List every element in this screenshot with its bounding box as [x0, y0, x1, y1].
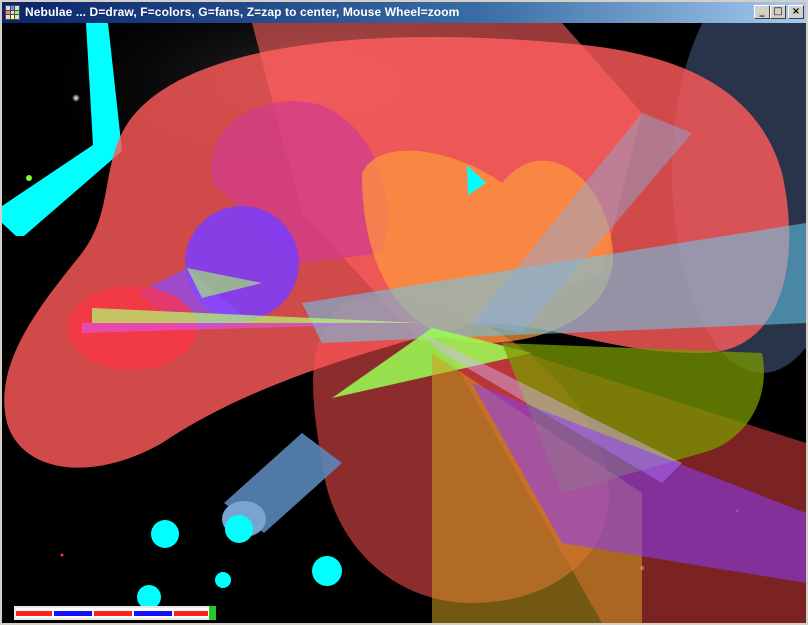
cyan-dot [225, 515, 253, 543]
progress-segment [174, 611, 208, 616]
progress-bar [14, 606, 216, 620]
progress-segment [134, 611, 172, 616]
maximize-icon: □ [773, 6, 783, 17]
cyan-dot [312, 556, 342, 586]
close-icon: × [791, 6, 801, 17]
star [60, 553, 64, 557]
minimize-button[interactable]: _ [754, 5, 770, 19]
nebula-scene [2, 23, 806, 623]
star [72, 94, 80, 102]
grid-app-icon [5, 5, 20, 20]
progress-segment [54, 611, 92, 616]
close-button[interactable]: × [788, 5, 804, 19]
cyan-dot [215, 572, 231, 588]
title-bar[interactable]: Nebulae ... D=draw, F=colors, G=fans, Z=… [2, 2, 806, 23]
maximize-button[interactable]: □ [770, 5, 786, 19]
cyan-dot [151, 520, 179, 548]
app-window: Nebulae ... D=draw, F=colors, G=fans, Z=… [0, 0, 808, 625]
progress-end-cap [209, 606, 216, 620]
star [26, 175, 32, 181]
progress-segment [94, 611, 132, 616]
render-viewport[interactable] [2, 23, 806, 623]
window-title: Nebulae ... D=draw, F=colors, G=fans, Z=… [25, 5, 460, 19]
minimize-icon: _ [759, 6, 765, 17]
progress-segment [16, 611, 52, 616]
